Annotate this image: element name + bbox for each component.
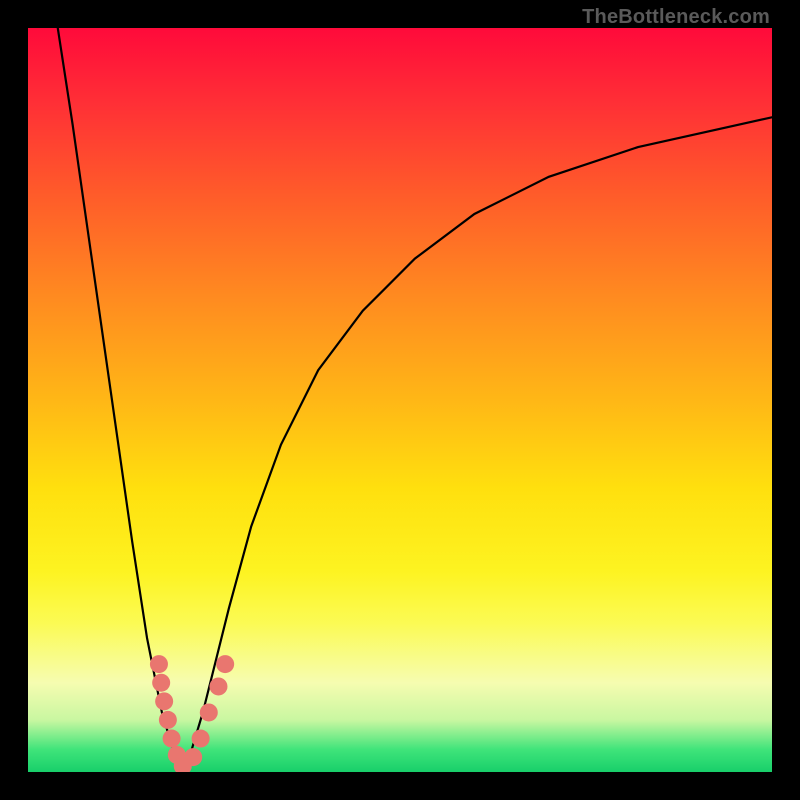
chart-frame: TheBottleneck.com bbox=[0, 0, 800, 800]
marker-dot bbox=[184, 748, 202, 766]
curve-right-branch bbox=[184, 117, 772, 772]
watermark-text: TheBottleneck.com bbox=[582, 6, 770, 29]
chart-svg bbox=[28, 28, 772, 772]
marker-dot bbox=[216, 655, 234, 673]
marker-cluster bbox=[150, 655, 234, 772]
marker-dot bbox=[152, 674, 170, 692]
marker-dot bbox=[200, 703, 218, 721]
marker-dot bbox=[163, 730, 181, 748]
marker-dot bbox=[150, 655, 168, 673]
marker-dot bbox=[209, 677, 227, 695]
marker-dot bbox=[159, 711, 177, 729]
marker-dot bbox=[155, 692, 173, 710]
plot-area bbox=[28, 28, 772, 772]
marker-dot bbox=[192, 730, 210, 748]
